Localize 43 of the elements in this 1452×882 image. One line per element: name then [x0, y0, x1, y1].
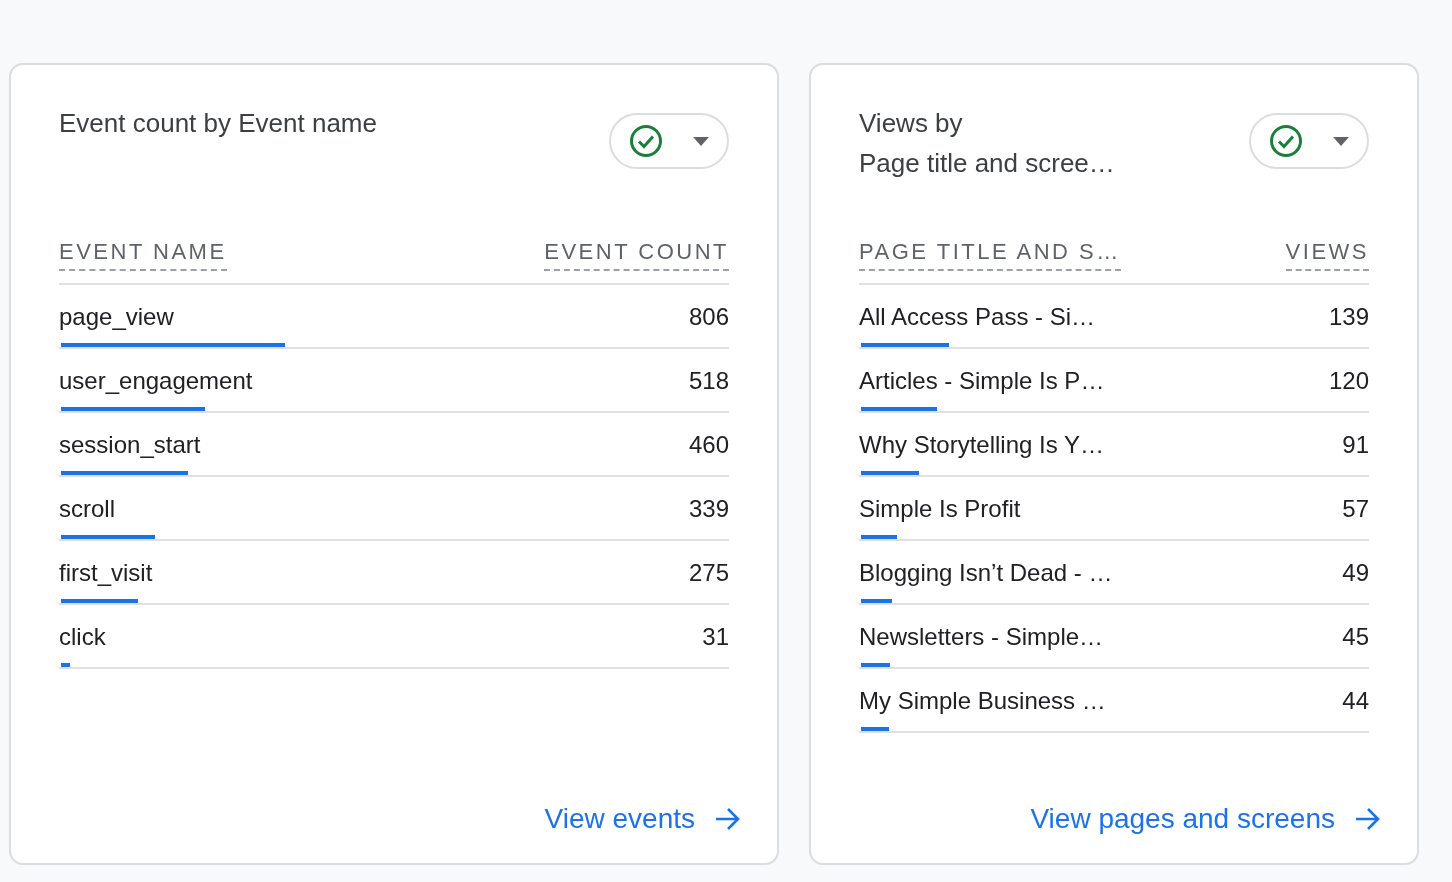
status-dropdown-button[interactable]	[609, 113, 729, 169]
row-value: 139	[1328, 303, 1369, 331]
row-label: page_view	[59, 303, 174, 331]
row-value: 120	[1328, 367, 1369, 395]
row-label: click	[59, 623, 106, 651]
row-value: 339	[688, 495, 729, 523]
caret-icon	[693, 136, 709, 146]
row-label: All Access Pass - Si…	[859, 303, 1096, 331]
card-title: Views by	[859, 107, 964, 140]
row-value: 518	[688, 367, 729, 395]
status-dropdown-button[interactable]	[1249, 113, 1369, 169]
row-label: Blogging Isn’t Dead - …	[859, 559, 1113, 587]
arrow-right-icon[interactable]	[715, 807, 741, 831]
row-label: Why Storytelling Is Y…	[859, 431, 1104, 459]
row-label: Newsletters - Simple…	[859, 623, 1104, 651]
view-link[interactable]: View events	[544, 803, 695, 835]
column-header[interactable]: PAGE TITLE AND S…	[859, 239, 1121, 271]
row-label: first_visit	[59, 559, 153, 587]
row-label: Simple Is Profit	[859, 495, 1021, 523]
row-label: session_start	[59, 431, 201, 459]
row-value: 31	[702, 623, 729, 651]
card-title: Event count by Event name	[59, 107, 377, 140]
arrow-right-icon[interactable]	[1355, 807, 1381, 831]
row-value: 57	[1342, 495, 1369, 523]
column-header[interactable]: EVENT COUNT	[544, 239, 729, 271]
row-label: My Simple Business …	[859, 687, 1106, 715]
check-circle-icon	[629, 124, 663, 158]
column-header[interactable]: EVENT NAME	[59, 239, 227, 271]
row-value: 806	[688, 303, 729, 331]
row-value: 44	[1342, 687, 1369, 715]
row-value: 460	[688, 431, 729, 459]
row-value: 275	[688, 559, 729, 587]
row-label: scroll	[59, 495, 115, 523]
card-title: Page title and scree…	[859, 147, 1115, 180]
row-value: 45	[1342, 623, 1369, 651]
row-value: 49	[1342, 559, 1369, 587]
column-header[interactable]: VIEWS	[1285, 239, 1369, 271]
row-label: user_engagement	[59, 367, 253, 395]
view-link[interactable]: View pages and screens	[1030, 803, 1335, 835]
row-label: Articles - Simple Is P…	[859, 367, 1105, 395]
check-circle-icon	[1269, 124, 1303, 158]
row-value: 91	[1342, 431, 1369, 459]
caret-icon	[1333, 136, 1349, 146]
